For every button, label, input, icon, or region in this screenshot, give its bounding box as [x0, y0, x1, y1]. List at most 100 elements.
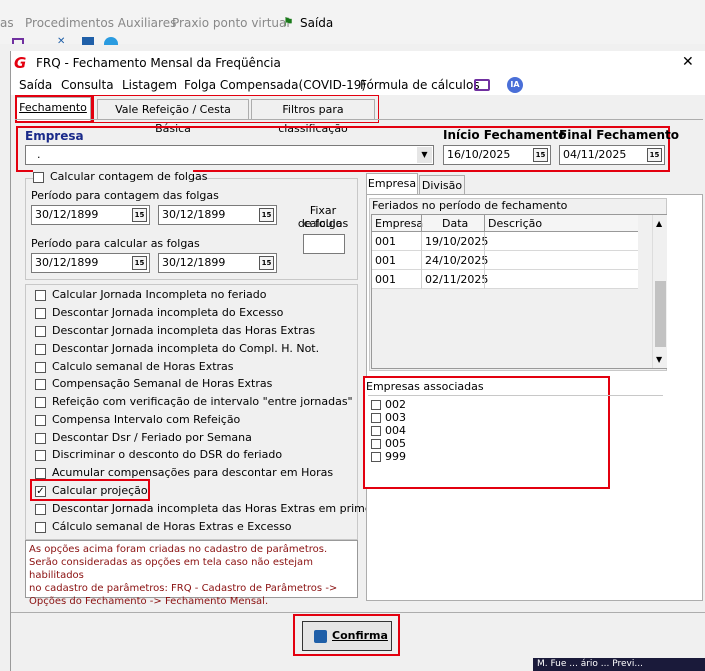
table-row[interactable]: 001 24/10/2025 [372, 251, 638, 270]
scroll-up-icon[interactable]: ▲ [656, 219, 662, 228]
calendar-icon[interactable]: 15 [132, 208, 147, 222]
contagem-de-value: 30/12/1899 [35, 208, 99, 221]
option-label: Descontar Jornada incompleta do Compl. H… [52, 342, 320, 355]
calendar-icon[interactable]: 15 [132, 256, 147, 270]
option-checkbox[interactable]: Compensa Intervalo com Refeição [35, 412, 355, 429]
option-checkbox[interactable]: Discriminar o desconto do DSR do feriado [35, 447, 355, 464]
option-label: Descontar Jornada incompleta das Horas E… [52, 502, 386, 515]
scrollbar-thumb[interactable] [655, 281, 666, 347]
column-divider [484, 232, 485, 289]
checkbox-box[interactable] [35, 504, 46, 515]
checkbox-box[interactable] [35, 450, 46, 461]
column-header-data[interactable]: Data [442, 217, 468, 230]
ia-icon[interactable] [104, 37, 118, 45]
column-divider [421, 232, 422, 289]
checkbox-box[interactable] [35, 415, 46, 426]
menu-item-procedimentos[interactable]: Procedimentos Auxiliares [25, 16, 176, 30]
calendar-icon[interactable]: 15 [647, 148, 662, 162]
checkbox-box[interactable] [35, 433, 46, 444]
chevron-down-icon[interactable]: ▼ [417, 147, 432, 163]
confirma-label: Confirma [332, 629, 388, 642]
cell-empresa: 001 [375, 254, 396, 267]
tab-divisao[interactable]: Divisão [419, 175, 465, 195]
checkbox-box[interactable] [371, 426, 381, 436]
calcular-folgas-checkbox[interactable]: Calcular contagem de folgas [33, 169, 207, 186]
contagem-de-field[interactable]: 30/12/1899 15 [31, 205, 150, 225]
option-checkbox[interactable]: Descontar Jornada incompleta das Horas E… [35, 323, 355, 340]
inicio-value: 16/10/2025 [447, 148, 511, 161]
option-checkbox[interactable]: Descontar Dsr / Feriado por Semana [35, 430, 355, 447]
menu-folga-compensada[interactable]: Folga Compensada(COVID-19) [184, 78, 366, 92]
checkbox-box[interactable] [35, 344, 46, 355]
ia-icon[interactable]: IA [507, 77, 523, 93]
checkbox-box[interactable] [35, 379, 46, 390]
cell-empresa: 001 [375, 235, 396, 248]
calcular-de-value: 30/12/1899 [35, 256, 99, 269]
scroll-down-icon[interactable]: ▼ [656, 355, 662, 364]
option-checkbox[interactable]: Calculo semanal de Horas Extras [35, 359, 355, 376]
column-divider [421, 215, 422, 232]
option-label: Refeição com verificação de intervalo "e… [52, 395, 353, 408]
checkbox-box[interactable] [35, 468, 46, 479]
checkbox-box[interactable] [35, 397, 46, 408]
close-icon[interactable]: ✕ [682, 54, 694, 70]
cell-data: 02/11/2025 [425, 273, 489, 286]
calcular-ate-field[interactable]: 30/12/1899 15 [158, 253, 277, 273]
menu-consulta[interactable]: Consulta [61, 78, 114, 92]
checkbox-box[interactable] [35, 522, 46, 533]
notice-line: no cadastro de parâmetros: FRQ - Cadastr… [29, 583, 338, 594]
option-checkbox[interactable]: Calcular Jornada Incompleta no feriado [35, 287, 355, 304]
tab-empresa[interactable]: Empresa [366, 173, 418, 194]
menu-saida[interactable]: Saída [19, 78, 52, 92]
g-icon[interactable] [82, 37, 94, 45]
option-checkbox[interactable]: Cálculo semanal de Horas Extras e Excess… [35, 519, 355, 536]
inicio-field[interactable]: 16/10/2025 15 [443, 145, 551, 165]
checkbox-box[interactable] [35, 326, 46, 337]
column-header-descricao[interactable]: Descrição [488, 217, 542, 230]
calcular-de-field[interactable]: 30/12/1899 15 [31, 253, 150, 273]
empresa-code: 004 [385, 424, 406, 437]
option-label: Compensa Intervalo com Refeição [52, 413, 241, 426]
fixar-label-line2: de folgas [297, 217, 349, 230]
checkbox-box[interactable] [35, 290, 46, 301]
exit-run-icon: ⚑ [283, 15, 294, 29]
table-row[interactable]: 001 02/11/2025 [372, 270, 638, 289]
confirma-button[interactable]: Confirma [302, 621, 392, 651]
option-checkbox[interactable]: Descontar Jornada incompleta do Excesso [35, 305, 355, 322]
cell-data: 19/10/2025 [425, 235, 489, 248]
checkbox-box[interactable] [371, 413, 381, 423]
fixar-calculo-input[interactable] [303, 234, 345, 254]
menu-item-praxio[interactable]: Praxio ponto virtual [172, 16, 290, 30]
calendar-icon[interactable]: 15 [259, 256, 274, 270]
feriados-label: Feriados no período de fechamento [372, 199, 568, 212]
table-row[interactable]: 001 19/10/2025 [372, 232, 638, 251]
menu-item-saida[interactable]: Saída [300, 16, 333, 30]
checkbox-box[interactable] [371, 439, 381, 449]
tools-icon[interactable]: ✕ [57, 36, 65, 47]
scrollbar[interactable]: ▲ ▼ [652, 215, 667, 368]
checkbox-box[interactable] [371, 452, 381, 462]
calendar-icon[interactable]: 15 [259, 208, 274, 222]
cell-empresa: 001 [375, 273, 396, 286]
cell-data: 24/10/2025 [425, 254, 489, 267]
empresa-code: 002 [385, 398, 406, 411]
final-field[interactable]: 04/11/2025 15 [559, 145, 665, 165]
tab-divider [15, 119, 703, 120]
option-checkbox[interactable]: Descontar Jornada incompleta das Horas E… [35, 501, 386, 518]
checkbox-box[interactable] [35, 362, 46, 373]
checkbox-box[interactable] [33, 172, 44, 183]
menu-item-partial[interactable]: as [0, 16, 14, 30]
checkbox-box[interactable] [35, 308, 46, 319]
checkbox-box[interactable] [371, 400, 381, 410]
column-header-empresa[interactable]: Empresa [375, 217, 423, 230]
contagem-ate-field[interactable]: 30/12/1899 15 [158, 205, 277, 225]
calendar-icon[interactable]: 15 [533, 148, 548, 162]
empresa-combo[interactable]: . ▼ [25, 145, 434, 165]
menu-listagem[interactable]: Listagem [122, 78, 177, 92]
option-checkbox[interactable]: Descontar Jornada incompleta do Compl. H… [35, 341, 355, 358]
option-checkbox[interactable]: Compensação Semanal de Horas Extras [35, 376, 355, 393]
checkbox-label: Calcular contagem de folgas [50, 170, 208, 183]
monitor-icon[interactable] [474, 79, 490, 91]
option-checkbox[interactable]: Refeição com verificação de intervalo "e… [35, 394, 355, 411]
menu-formula-calculos[interactable]: Fórmula de cálculos [360, 78, 480, 92]
